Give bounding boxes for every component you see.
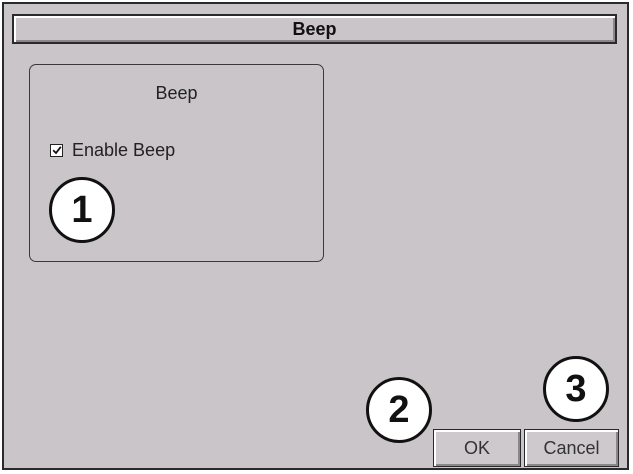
enable-beep-checkbox[interactable] [50, 143, 63, 157]
beep-dialog: Beep Beep Enable Beep 1 OK Cancel 2 3 [2, 2, 629, 470]
cancel-button[interactable]: Cancel [524, 429, 619, 467]
callout-2: 2 [366, 377, 432, 443]
callout-1: 1 [49, 177, 115, 243]
group-title: Beep [155, 83, 198, 103]
enable-beep-option[interactable]: Enable Beep [50, 139, 175, 161]
callout-3: 3 [543, 356, 609, 422]
enable-beep-label: Enable Beep [72, 139, 176, 160]
window-title: Beep [292, 19, 337, 39]
ok-button[interactable]: OK [433, 429, 521, 467]
checkmark-icon [52, 146, 62, 155]
title-bar: Beep [12, 14, 617, 44]
